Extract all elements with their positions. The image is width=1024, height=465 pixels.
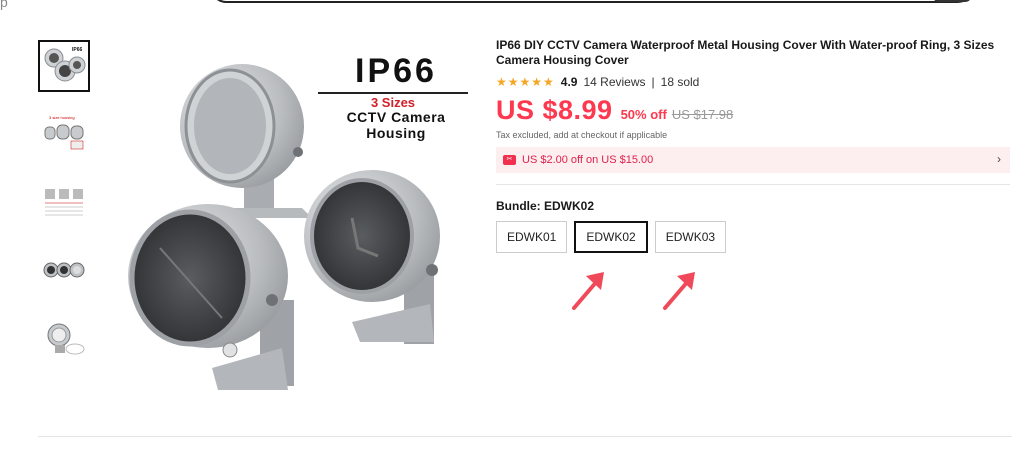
thumbnail-1[interactable]: IP66 — [38, 40, 90, 92]
section-divider — [496, 184, 1010, 185]
price-row: US $8.99 50% off US $17.98 — [496, 95, 1016, 126]
hero-subtitle: CCTV Camera Housing — [346, 109, 446, 141]
top-bar: p — [0, 0, 1024, 10]
sold-count: 18 sold — [660, 75, 700, 89]
annotation-arrow-icon — [572, 272, 604, 310]
bundle-options: EDWK01 EDWK02 EDWK03 — [496, 221, 1016, 253]
thumbnail-2[interactable]: 3 size housing — [38, 108, 90, 160]
svg-text:IP66: IP66 — [72, 47, 83, 53]
original-price: US $17.98 — [671, 107, 734, 122]
svg-text:3 size housing: 3 size housing — [49, 115, 75, 120]
bottom-divider — [38, 436, 1012, 437]
camera-housing-thumb-icon: IP66 — [44, 47, 86, 82]
discount-badge: 50% off — [620, 107, 667, 122]
reviews-link[interactable]: 14 Reviews — [583, 75, 645, 89]
coupon-text: US $2.00 off on US $15.00 — [522, 154, 654, 166]
coupon-banner[interactable]: ✂ US $2.00 off on US $15.00 › — [496, 147, 1010, 173]
current-price: US $8.99 — [496, 95, 613, 125]
bundle-label: Bundle: EDWK02 — [496, 199, 595, 213]
product-info: IP66 DIY CCTV Camera Waterproof Metal Ho… — [496, 38, 1016, 253]
thumbnail-4[interactable] — [38, 244, 90, 296]
thumbnail-5[interactable] — [38, 312, 90, 364]
star-rating-icon: ★★★★★ — [496, 75, 555, 89]
annotation-arrow-icon — [663, 272, 695, 310]
thumbnail-strip: IP66 3 size housing — [38, 40, 94, 380]
option-edwk03[interactable]: EDWK03 — [654, 221, 727, 253]
housing-with-ring-thumb-icon — [47, 323, 85, 355]
tax-note: Tax excluded, add at checkout if applica… — [496, 130, 668, 140]
option-edwk01[interactable]: EDWK01 — [496, 221, 568, 253]
hero-title: IP66 — [355, 52, 437, 90]
thumbnail-3[interactable] — [38, 176, 90, 228]
rating-row: ★★★★★ 4.9 14 Reviews | 18 sold — [496, 75, 1016, 89]
size-chart-thumb-icon — [45, 189, 83, 216]
logo[interactable]: p — [0, 0, 8, 10]
chevron-right-icon[interactable]: › — [997, 152, 1001, 166]
rating-score: 4.9 — [560, 75, 578, 89]
search-input[interactable] — [210, 0, 974, 3]
hero-divider — [318, 92, 468, 94]
coupon-icon: ✂ — [503, 155, 516, 165]
product-title: IP66 DIY CCTV Camera Waterproof Metal Ho… — [496, 38, 995, 67]
hero-sizes: 3 Sizes — [370, 95, 416, 110]
housing-sizes-thumb-icon: 3 size housing — [44, 115, 84, 150]
rating-separator: | — [651, 75, 655, 89]
camera-housing-right — [304, 170, 440, 344]
camera-housing-top — [180, 64, 312, 218]
three-cameras-thumb-icon — [43, 262, 85, 278]
camera-housing-front — [128, 204, 294, 390]
search-button[interactable] — [932, 0, 972, 2]
option-edwk02[interactable]: EDWK02 — [574, 221, 648, 253]
